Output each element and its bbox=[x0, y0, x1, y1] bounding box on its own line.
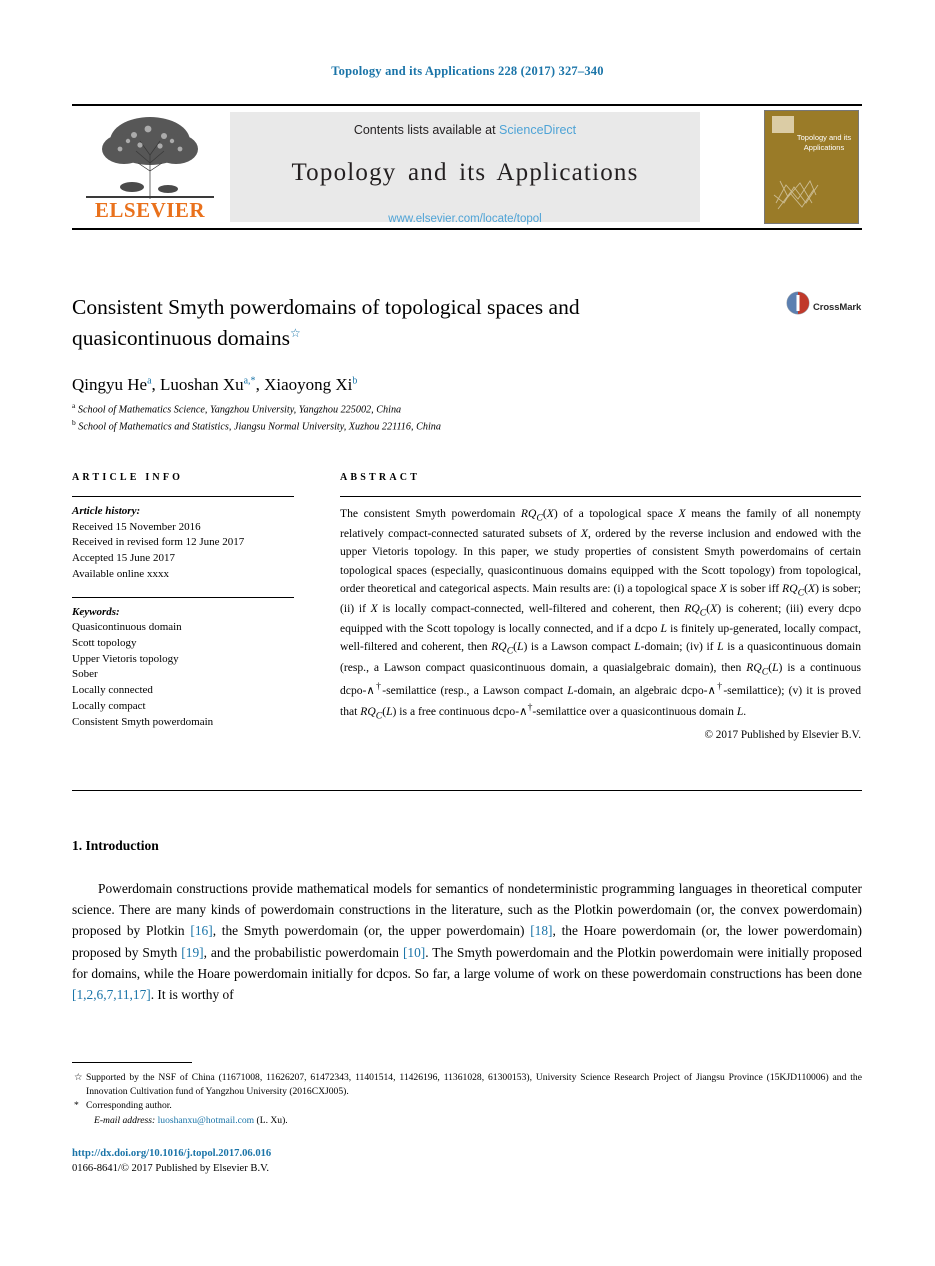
author-affil-mark: a bbox=[147, 375, 152, 387]
article-page: Topology and its Applications 228 (2017)… bbox=[0, 0, 935, 1266]
contents-available-text: Contents lists available at ScienceDirec… bbox=[230, 123, 700, 137]
article-history-label: Article history: bbox=[72, 505, 141, 517]
elsevier-wordmark: ELSEVIER bbox=[94, 198, 206, 222]
author-affil-mark: b bbox=[352, 375, 358, 387]
introduction-paragraph: Powerdomain constructions provide mathem… bbox=[72, 881, 863, 1002]
affiliation-text: School of Mathematics Science, Yangzhou … bbox=[77, 404, 402, 416]
footnote-corresponding: * Corresponding author. bbox=[72, 1099, 862, 1113]
section-heading-introduction: 1. Introduction bbox=[72, 838, 159, 853]
keyword-item: Scott topology bbox=[72, 637, 137, 650]
email-label: E-mail address: bbox=[94, 1114, 156, 1126]
footnote-marker: ☆ bbox=[74, 1072, 83, 1083]
email-owner: (L. Xu). bbox=[256, 1114, 288, 1126]
keyword-item: Locally connected bbox=[72, 684, 153, 697]
cover-elsevier-icon bbox=[772, 116, 794, 133]
article-info-column: ARTICLE INFO Article history: Received 1… bbox=[72, 472, 294, 730]
citation-link[interactable]: [19] bbox=[181, 945, 203, 960]
issn-copyright-line: 0166-8641/© 2017 Published by Elsevier B… bbox=[72, 1163, 270, 1174]
citation-link[interactable]: [1,2,6,7,11,17] bbox=[72, 987, 151, 1002]
affiliation-text: School of Mathematics and Statistics, Ji… bbox=[78, 421, 441, 433]
footnote-funding: ☆ Supported by the NSF of China (1167100… bbox=[72, 1071, 862, 1099]
running-head: Topology and its Applications 228 (2017)… bbox=[331, 64, 604, 78]
footnote-divider bbox=[72, 1062, 192, 1063]
article-info-heading: ARTICLE INFO bbox=[72, 472, 184, 483]
abstract-heading: ABSTRACT bbox=[340, 472, 421, 483]
author-list: Qingyu Hea, Luoshan Xua,*, Xiaoyong Xib bbox=[72, 375, 358, 394]
author-affil-mark: a,* bbox=[243, 375, 256, 387]
crossmark-icon bbox=[786, 291, 810, 315]
citation-link[interactable]: [10] bbox=[403, 945, 425, 960]
affiliation-list: a School of Mathematics Science, Yangzho… bbox=[72, 401, 772, 435]
abstract-column: ABSTRACT The consistent Smyth powerdomai… bbox=[340, 472, 861, 741]
keyword-item: Quasicontinuous domain bbox=[72, 621, 182, 634]
article-history: Article history: Received 15 November 20… bbox=[72, 504, 294, 583]
cover-artwork bbox=[773, 180, 819, 210]
keyword-item: Sober bbox=[72, 668, 98, 681]
affiliation-item: b School of Mathematics and Statistics, … bbox=[72, 418, 772, 435]
title-footnote-marker[interactable]: ☆ bbox=[290, 325, 301, 339]
keywords-label: Keywords: bbox=[72, 605, 120, 618]
crossmark-badge[interactable]: CrossMark bbox=[786, 291, 862, 329]
abstract-divider bbox=[340, 496, 861, 497]
citation-link[interactable]: [18] bbox=[530, 923, 552, 938]
cover-journal-title: Topology and its Applications bbox=[796, 133, 852, 152]
journal-masthead: ELSEVIER Contents lists available at Sci… bbox=[72, 104, 862, 230]
history-item: Received 15 November 2016 bbox=[72, 520, 201, 533]
article-title-text: Consistent Smyth powerdomains of topolog… bbox=[72, 295, 580, 350]
affiliation-mark: a bbox=[72, 401, 76, 410]
affiliation-mark: b bbox=[72, 418, 76, 428]
page-title: Consistent Smyth powerdomains of topolog… bbox=[72, 292, 712, 353]
info-divider bbox=[72, 496, 294, 497]
history-item: Available online xxxx bbox=[72, 567, 169, 580]
affiliation-item: a School of Mathematics Science, Yangzho… bbox=[72, 401, 772, 418]
keyword-item: Upper Vietoris topology bbox=[72, 652, 179, 665]
contents-label: Contents lists available at bbox=[353, 123, 496, 137]
journal-cover-thumbnail[interactable]: Topology and its Applications bbox=[764, 110, 859, 224]
keywords-list: Keywords: Quasicontinuous domain Scott t… bbox=[72, 605, 294, 731]
crossmark-label: CrossMark bbox=[813, 302, 862, 313]
citation-link[interactable]: [16] bbox=[190, 923, 212, 938]
footnote-email: E-mail address: luoshanxu@hotmail.com (L… bbox=[72, 1114, 862, 1128]
email-link[interactable]: luoshanxu@hotmail.com bbox=[158, 1115, 255, 1126]
journal-title: Topology and its Applications bbox=[291, 159, 639, 186]
contents-banner: Contents lists available at ScienceDirec… bbox=[230, 112, 700, 225]
keywords-divider bbox=[72, 596, 294, 598]
history-item: Received in revised form 12 June 2017 bbox=[72, 536, 245, 549]
journal-homepage-link[interactable]: www.elsevier.com/locate/topol bbox=[230, 213, 700, 225]
sciencedirect-link[interactable]: ScienceDirect bbox=[499, 123, 576, 137]
footnote-block: ☆ Supported by the NSF of China (1167100… bbox=[72, 1071, 862, 1128]
footnote-funding-text: Supported by the NSF of China (11671008,… bbox=[86, 1072, 862, 1098]
abstract-copyright: © 2017 Published by Elsevier B.V. bbox=[704, 729, 861, 742]
history-item: Accepted 15 June 2017 bbox=[72, 552, 175, 565]
doi-link[interactable]: http://dx.doi.org/10.1016/j.topol.2017.0… bbox=[72, 1148, 271, 1159]
footnote-marker: * bbox=[74, 1100, 79, 1112]
keyword-item: Locally compact bbox=[72, 699, 146, 712]
footnote-corresponding-text: Corresponding author. bbox=[86, 1100, 172, 1112]
abstract-bottom-divider bbox=[72, 790, 862, 791]
keyword-item: Consistent Smyth powerdomain bbox=[72, 715, 214, 728]
elsevier-logo: ELSEVIER bbox=[76, 111, 224, 223]
abstract-text: The consistent Smyth powerdomain RQC(X) … bbox=[340, 507, 862, 722]
